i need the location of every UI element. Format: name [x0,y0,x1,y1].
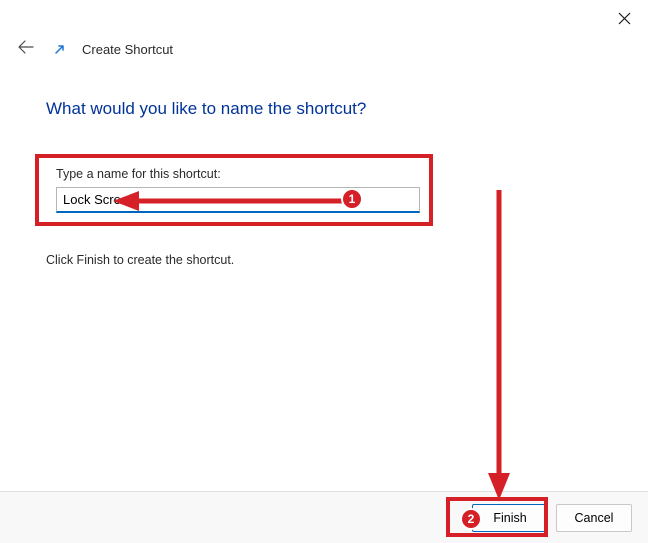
shortcut-name-input[interactable] [56,187,420,213]
wizard-content: What would you like to name the shortcut… [0,69,648,267]
titlebar [0,0,648,36]
close-button[interactable] [614,8,634,28]
shortcut-name-group: Type a name for this shortcut: [46,159,602,223]
shortcut-name-label: Type a name for this shortcut: [56,167,592,181]
wizard-header: Create Shortcut [0,36,648,69]
back-arrow-icon [18,40,34,54]
cancel-button[interactable]: Cancel [556,504,632,532]
window-title: Create Shortcut [82,42,173,57]
page-heading: What would you like to name the shortcut… [46,99,602,119]
help-text: Click Finish to create the shortcut. [46,253,602,267]
wizard-footer: Finish Cancel [0,491,648,543]
back-button[interactable] [18,40,36,59]
close-icon [618,12,631,25]
finish-button[interactable]: Finish [472,504,548,532]
shortcut-icon [52,43,66,57]
